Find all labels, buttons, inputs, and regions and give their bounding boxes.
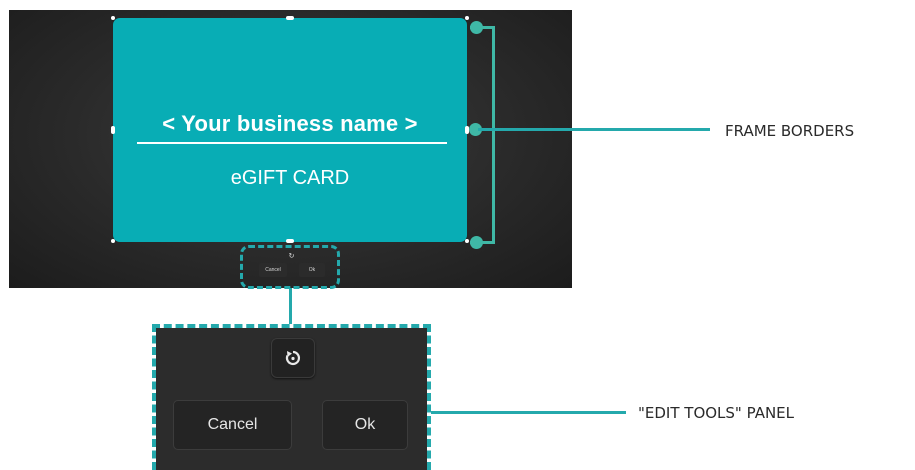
resize-handle-bottom-left[interactable] — [111, 239, 115, 243]
card-subtitle: eGIFT CARD — [230, 167, 350, 189]
resize-handle-top-left[interactable] — [111, 16, 115, 20]
gift-card-preview[interactable]: < Your business name > eGIFT CARD — [113, 18, 467, 242]
card-title: < Your business name > — [162, 111, 418, 136]
resize-handle-bottom-right[interactable] — [465, 239, 469, 243]
panel-connector-line — [289, 288, 292, 324]
mini-panel-highlight — [240, 245, 340, 289]
resize-handle-top[interactable] — [286, 16, 294, 20]
edit-tools-panel-label: "EDIT TOOLS" PANEL — [638, 404, 795, 422]
bracket-vertical — [492, 26, 495, 244]
resize-handle-left[interactable] — [111, 126, 115, 134]
bracket-top-dot — [470, 21, 483, 34]
resize-handle-top-right[interactable] — [465, 16, 469, 20]
bracket-bottom-dot — [470, 236, 483, 249]
resize-handle-bottom[interactable] — [286, 239, 294, 243]
card-divider — [137, 142, 447, 144]
edit-tools-panel-highlight — [152, 324, 431, 470]
frame-borders-pointer — [478, 128, 710, 131]
frame-borders-label: FRAME BORDERS — [725, 122, 855, 140]
edit-tools-pointer — [431, 411, 626, 414]
